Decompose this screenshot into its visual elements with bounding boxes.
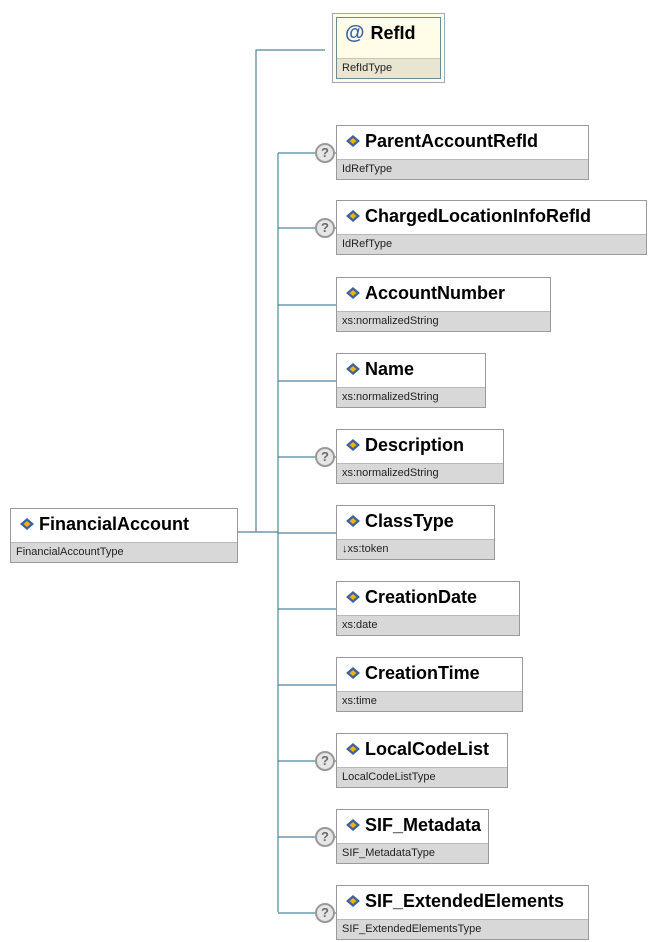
element-diamond-icon: [346, 819, 360, 831]
optional-question-icon: ?: [315, 827, 335, 847]
root-element[interactable]: FinancialAccount FinancialAccountType: [10, 508, 238, 563]
child-element-name: SIF_Metadata: [365, 814, 482, 835]
element-diamond-icon: [346, 363, 360, 375]
element-diamond-icon: [346, 895, 360, 907]
child-element-sif-extendedelements[interactable]: SIF_ExtendedElements SIF_ExtendedElement…: [336, 885, 589, 940]
child-element-type: IdRefType: [337, 159, 588, 179]
child-element-type: ↓xs:token: [337, 539, 494, 559]
attribute-type: RefIdType: [337, 58, 440, 78]
child-element-creationdate[interactable]: CreationDate xs:date: [336, 581, 520, 636]
child-element-name: Name: [365, 358, 415, 379]
element-diamond-icon: [346, 591, 360, 603]
child-element-type: xs:normalizedString: [337, 463, 503, 483]
child-element-description[interactable]: Description xs:normalizedString: [336, 429, 504, 484]
child-element-accountnumber[interactable]: AccountNumber xs:normalizedString: [336, 277, 551, 332]
element-diamond-icon: [346, 135, 360, 147]
optional-question-icon: ?: [315, 751, 335, 771]
root-element-type: FinancialAccountType: [11, 542, 237, 562]
element-diamond-icon: [346, 210, 360, 222]
child-element-type: xs:time: [337, 691, 522, 711]
attribute-refid[interactable]: @ RefId RefIdType: [336, 17, 441, 79]
optional-question-icon: ?: [315, 903, 335, 923]
attribute-at-icon: @: [345, 21, 365, 44]
child-element-name: ClassType: [365, 510, 454, 531]
child-element-type: IdRefType: [337, 234, 646, 254]
root-element-name: FinancialAccount: [39, 513, 190, 534]
child-element-chargedlocationinforefid[interactable]: ChargedLocationInfoRefId IdRefType: [336, 200, 647, 255]
child-element-parentaccountrefid[interactable]: ParentAccountRefId IdRefType: [336, 125, 589, 180]
child-element-name: LocalCodeList: [365, 738, 490, 759]
child-element-name: SIF_ExtendedElements: [365, 890, 565, 911]
child-element-type: SIF_MetadataType: [337, 843, 488, 863]
optional-question-icon: ?: [315, 218, 335, 238]
child-element-type: xs:normalizedString: [337, 311, 550, 331]
element-diamond-icon: [20, 518, 34, 530]
child-element-name: ParentAccountRefId: [365, 130, 539, 151]
element-diamond-icon: [346, 515, 360, 527]
attribute-name: RefId: [370, 22, 416, 43]
child-element-name: ChargedLocationInfoRefId: [365, 205, 591, 226]
child-element-type: LocalCodeListType: [337, 767, 507, 787]
child-element-name: Description: [365, 434, 465, 455]
child-element-type: xs:date: [337, 615, 519, 635]
element-diamond-icon: [346, 287, 360, 299]
child-element-classtype[interactable]: ClassType ↓xs:token: [336, 505, 495, 560]
optional-question-icon: ?: [315, 447, 335, 467]
child-element-creationtime[interactable]: CreationTime xs:time: [336, 657, 523, 712]
element-diamond-icon: [346, 667, 360, 679]
child-element-name[interactable]: Name xs:normalizedString: [336, 353, 486, 408]
child-element-localcodelist[interactable]: LocalCodeList LocalCodeListType: [336, 733, 508, 788]
child-element-sif-metadata[interactable]: SIF_Metadata SIF_MetadataType: [336, 809, 489, 864]
element-diamond-icon: [346, 743, 360, 755]
element-diamond-icon: [346, 439, 360, 451]
child-element-name: AccountNumber: [365, 282, 506, 303]
child-element-type: SIF_ExtendedElementsType: [337, 919, 588, 939]
child-element-type: xs:normalizedString: [337, 387, 485, 407]
child-element-name: CreationTime: [365, 662, 480, 683]
child-element-name: CreationDate: [365, 586, 478, 607]
optional-question-icon: ?: [315, 143, 335, 163]
